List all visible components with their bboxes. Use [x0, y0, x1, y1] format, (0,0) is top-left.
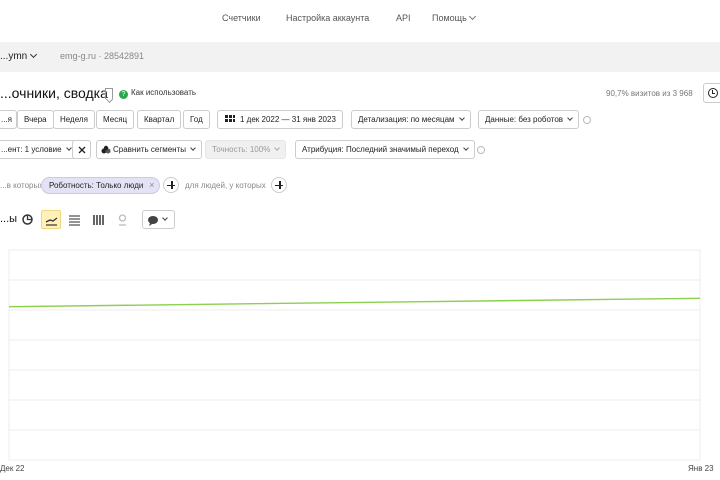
chevron-down-icon	[458, 115, 465, 121]
series-line-0[interactable]	[8, 297, 701, 308]
detail-dropdown[interactable]: Детализация: по месяцам	[351, 110, 471, 129]
x-tick-label-end: Янв 23	[688, 464, 714, 473]
nav-link-account-settings[interactable]: Настройка аккаунта	[286, 13, 369, 23]
bar-chart-icon	[93, 215, 104, 225]
chevron-down-icon	[162, 215, 168, 221]
line-chart-button[interactable]	[41, 210, 61, 229]
close-icon[interactable]: ×	[149, 178, 154, 193]
info-icon[interactable]	[583, 116, 591, 124]
close-icon	[78, 146, 86, 154]
add-user-filter-button[interactable]	[271, 177, 287, 193]
counter-bar: ...ymn emg-g.ru · 28542891	[0, 42, 720, 72]
segments-icon	[101, 145, 111, 154]
compare-segments-dropdown[interactable]: Сравнить сегменты	[96, 140, 203, 159]
period-today-button[interactable]: ...я	[0, 110, 17, 129]
chevron-down-icon	[468, 12, 476, 21]
comment-icon	[148, 216, 158, 226]
pie-chart-icon	[22, 214, 33, 225]
attribution-dropdown[interactable]: Атрибуция: Последний значимый переход	[295, 140, 475, 159]
chevron-down-icon	[190, 145, 196, 151]
nav-link-help-label: Помощь	[432, 13, 467, 23]
compare-segments-label: Сравнить сегменты	[113, 145, 187, 154]
page-title: ...очники, сводка	[0, 85, 108, 101]
date-range-label: 1 дек 2022 — 31 янв 2023	[240, 115, 336, 124]
chevron-down-icon	[274, 145, 281, 151]
segment-dropdown[interactable]: ...ент: 1 условие	[0, 140, 76, 159]
graph-label: ...ы	[0, 213, 18, 225]
add-visit-filter-button[interactable]	[163, 177, 179, 193]
help-icon: ?	[119, 90, 128, 99]
x-tick-label-start: Дек 22	[0, 464, 25, 473]
accuracy-label: Точность: 100%	[212, 145, 271, 154]
stacked-area-icon	[69, 215, 80, 226]
annotations-dropdown[interactable]	[142, 210, 175, 229]
period-month-button[interactable]: Месяц	[96, 110, 135, 129]
nav-link-counters[interactable]: Счетчики	[222, 13, 261, 23]
date-range-picker[interactable]: 1 дек 2022 — 31 янв 2023	[217, 110, 343, 129]
map-chart-button[interactable]	[113, 210, 133, 229]
chevron-down-icon	[567, 115, 573, 121]
data-filter-label: Данные: без роботов	[485, 115, 564, 124]
segment-label: ...ент: 1 условие	[1, 145, 62, 154]
period-week-button[interactable]: Неделя	[53, 110, 95, 129]
info-icon[interactable]	[477, 146, 485, 154]
counter-site-id: emg-g.ru · 28542891	[60, 51, 145, 61]
how-to-use-link[interactable]: ? Как использовать	[119, 88, 196, 99]
period-yesterday-button[interactable]: Вчера	[17, 110, 54, 129]
nav-link-api[interactable]: API	[396, 13, 411, 23]
robot-filter-chip[interactable]: Роботность: Только люди ×	[41, 177, 161, 194]
map-pin-icon	[118, 214, 127, 226]
area-chart-button[interactable]	[65, 210, 85, 229]
pie-chart-button[interactable]	[18, 210, 38, 229]
chevron-down-icon	[30, 50, 38, 59]
visits-sampling-info: 90,7% визитов из 3 968	[606, 89, 693, 98]
top-navigation: Счетчики Настройка аккаунта API Помощь	[0, 0, 720, 38]
counter-name: ...ymn	[0, 51, 28, 62]
plot-frame	[8, 249, 701, 461]
history-button[interactable]	[703, 83, 720, 103]
period-quarter-button[interactable]: Квартал	[137, 110, 182, 129]
accuracy-dropdown[interactable]: Точность: 100%	[205, 140, 287, 159]
calendar-icon	[225, 115, 235, 122]
filter-visits-label: ...в которых	[0, 181, 44, 190]
robot-filter-label: Роботность: Только люди	[49, 181, 144, 190]
chevron-down-icon	[65, 145, 72, 151]
filter-users-label: для людей, у которых	[185, 181, 266, 190]
attribution-label: Атрибуция: Последний значимый переход	[302, 145, 459, 154]
bar-chart-button[interactable]	[89, 210, 109, 229]
data-filter-dropdown[interactable]: Данные: без роботов	[478, 110, 580, 129]
nav-link-help[interactable]: Помощь	[432, 12, 476, 23]
chevron-down-icon	[462, 145, 469, 151]
how-to-use-label: Как использовать	[131, 88, 197, 97]
clear-segment-button[interactable]	[72, 140, 91, 159]
visits-line-chart	[8, 249, 701, 461]
period-year-button[interactable]: Год	[183, 110, 210, 129]
clock-icon	[708, 88, 718, 98]
counter-selector[interactable]: ...ymn	[0, 50, 38, 62]
line-chart-icon	[45, 217, 58, 226]
detail-label: Детализация: по месяцам	[358, 115, 455, 124]
bookmark-icon[interactable]	[105, 88, 113, 99]
